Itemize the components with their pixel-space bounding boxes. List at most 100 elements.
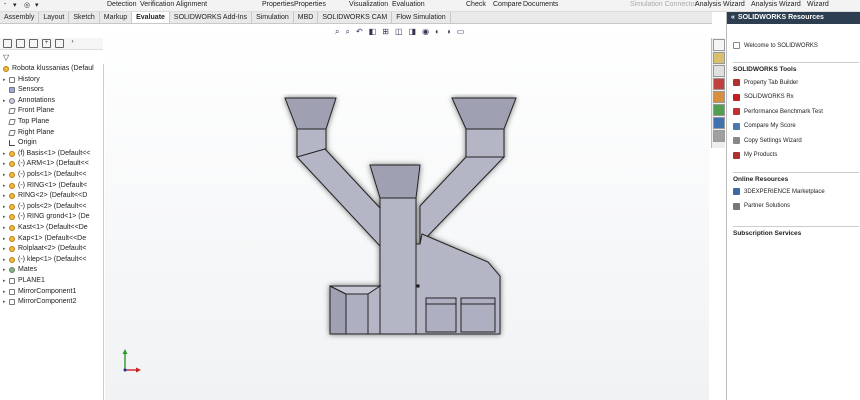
design-library-tab-icon[interactable] bbox=[713, 65, 725, 77]
tree-item[interactable]: ▸ Mates bbox=[3, 265, 37, 275]
property-manager-icon[interactable] bbox=[16, 39, 25, 48]
tree-item[interactable]: ▸ Annotations bbox=[3, 96, 55, 106]
previous-view-icon[interactable]: ↶ bbox=[356, 27, 363, 37]
tree-item[interactable]: Origin bbox=[3, 138, 37, 148]
tree-item-label: (f) Basis<1> (Default<< bbox=[18, 149, 91, 157]
appearances-tab-icon[interactable] bbox=[713, 78, 725, 90]
feature-tree-icon[interactable] bbox=[3, 39, 12, 48]
welcome-link[interactable]: Welcome to SOLIDWORKS bbox=[733, 42, 818, 49]
online-resource-link[interactable]: 3DEXPERIENCE Marketplace bbox=[733, 188, 825, 195]
tree-item[interactable]: ▸ (-) pols<2> (Default<< bbox=[3, 202, 86, 212]
view-orientation-icon[interactable]: ◫ bbox=[395, 27, 403, 37]
tree-root-label: Robota klussanias (Defaul bbox=[12, 65, 94, 72]
dimxpert-icon[interactable]: + bbox=[42, 39, 51, 48]
ribbon-properties-2[interactable]: Properties bbox=[294, 1, 326, 8]
display-manager-icon[interactable] bbox=[55, 39, 64, 48]
tab-simulation[interactable]: Simulation bbox=[252, 12, 294, 23]
tab-solidworks-cam[interactable]: SOLIDWORKS CAM bbox=[318, 12, 393, 23]
tab-solidworks-add-ins[interactable]: SOLIDWORKS Add-Ins bbox=[170, 12, 253, 23]
dynamic-annotation-icon[interactable]: ⊞ bbox=[382, 27, 389, 37]
edit-appearance-icon[interactable]: ◐ bbox=[435, 27, 440, 37]
tree-item[interactable]: ▸ RING<2> (Default<<D bbox=[3, 191, 87, 201]
tab-markup[interactable]: Markup bbox=[100, 12, 133, 23]
more-tabs-icon[interactable]: › bbox=[68, 39, 77, 48]
ribbon-evaluation[interactable]: Evaluation bbox=[392, 1, 425, 8]
quick-new-icon[interactable]: - bbox=[4, 1, 6, 8]
divider bbox=[733, 226, 859, 227]
ribbon-detection[interactable]: Detection bbox=[107, 1, 137, 8]
tool-link[interactable]: Compare My Score bbox=[733, 122, 796, 130]
ribbon-documents[interactable]: Documents bbox=[523, 1, 558, 8]
tool-link[interactable]: My Products bbox=[733, 151, 778, 159]
tool-link[interactable]: Performance Benchmark Test bbox=[733, 108, 823, 115]
tool-link[interactable]: Copy Settings Wizard bbox=[733, 137, 802, 144]
tree-item[interactable]: Front Plane bbox=[3, 106, 54, 116]
home-tab-icon[interactable] bbox=[713, 39, 725, 51]
tree-item[interactable]: ▸ (-) klep<1> (Default<< bbox=[3, 255, 86, 265]
tool-label: My Products bbox=[744, 152, 778, 158]
ribbon-alignment[interactable]: Alignment bbox=[176, 1, 207, 8]
tree-item[interactable]: ▸ (f) Basis<1> (Default<< bbox=[3, 149, 90, 159]
tree-item-label: Annotations bbox=[18, 96, 55, 104]
ribbon-properties-1[interactable]: Properties bbox=[262, 1, 294, 8]
online-resource-icon bbox=[733, 188, 740, 195]
configuration-manager-icon[interactable] bbox=[29, 39, 38, 48]
task-pane: « SOLIDWORKS Resources Welcome to SOLIDW… bbox=[726, 12, 860, 400]
zoom-to-area-icon[interactable]: ⌕ bbox=[345, 27, 349, 37]
tab-mbd[interactable]: MBD bbox=[294, 12, 319, 23]
tree-item[interactable]: ▸ MirrorComponent2 bbox=[3, 297, 76, 307]
tree-item[interactable]: ▸ MirrorComponent1 bbox=[3, 287, 76, 297]
quick-options-dropdown-icon[interactable]: ▾ bbox=[35, 1, 39, 9]
tree-item-label: Mates bbox=[18, 266, 38, 274]
ribbon-simulation-connector[interactable]: Simulation Connector bbox=[630, 1, 697, 8]
tree-item[interactable]: ▸ (-) RING grond<1> (De bbox=[3, 212, 90, 222]
ribbon-analysis-wizard-2[interactable]: Analysis Wizard bbox=[751, 1, 801, 8]
tool-link[interactable]: SOLIDWORKS Rx bbox=[733, 93, 794, 101]
ribbon-wizard[interactable]: Wizard bbox=[807, 1, 829, 8]
apply-scene-icon[interactable]: ◑ bbox=[446, 27, 451, 37]
view-palette-tab-icon[interactable] bbox=[713, 104, 725, 116]
tree-item[interactable]: ▸ PLANE1 bbox=[3, 276, 45, 286]
tree-item[interactable]: Top Plane bbox=[3, 117, 49, 127]
hide-show-items-icon[interactable]: ◉ bbox=[422, 27, 429, 37]
ribbon-verification[interactable]: Verification bbox=[140, 1, 174, 8]
tree-item[interactable]: ▸ (-) pols<1> (Default<< bbox=[3, 170, 86, 180]
tree-item[interactable]: ▸ Kast<1> (Default<<De bbox=[3, 223, 88, 233]
tree-item-label: PLANE1 bbox=[18, 277, 45, 284]
tree-item[interactable]: ▸ History bbox=[3, 75, 40, 85]
tree-root[interactable]: Robota klussanias (Defaul bbox=[3, 64, 94, 74]
section-view-icon[interactable]: ◧ bbox=[369, 27, 377, 37]
quick-dropdown-icon[interactable]: ▾ bbox=[13, 1, 17, 9]
custom-properties-tab-icon[interactable] bbox=[713, 117, 725, 129]
quick-options-icon[interactable]: ◎ bbox=[24, 1, 30, 9]
ribbon-visualization[interactable]: Visualization bbox=[349, 1, 388, 8]
assembly-model[interactable] bbox=[280, 94, 520, 344]
tool-label: Compare My Score bbox=[744, 123, 796, 129]
solidworks-forum-tab-icon[interactable] bbox=[713, 130, 725, 142]
ribbon-check[interactable]: Check bbox=[466, 1, 486, 8]
ribbon-analysis-wizard-1[interactable]: Analysis Wizard bbox=[695, 1, 745, 8]
tree-item[interactable]: Right Plane bbox=[3, 128, 54, 138]
collapse-arrows-icon[interactable]: « bbox=[731, 12, 735, 24]
tab-layout[interactable]: Layout bbox=[39, 12, 70, 23]
tab-sketch[interactable]: Sketch bbox=[69, 12, 100, 23]
graphics-area[interactable]: ⌕ ⌕ ↶ ◧ ⊞ ◫ ◨ ◉ ◐ ◑ ▭ bbox=[105, 24, 709, 400]
tool-link[interactable]: Property Tab Builder bbox=[733, 79, 798, 86]
tree-item[interactable]: ▸ (-) RING<1> (Default< bbox=[3, 181, 87, 191]
online-resource-link[interactable]: Partner Solutions bbox=[733, 202, 790, 210]
tree-item[interactable]: ▸ (-) ARM<1> (Default<< bbox=[3, 159, 89, 169]
tab-evaluate[interactable]: Evaluate bbox=[132, 12, 170, 23]
tree-item[interactable]: ▸ Rolplaat<2> (Default< bbox=[3, 244, 86, 254]
tree-item[interactable]: ▸ Kap<1> (Default<<De bbox=[3, 234, 86, 244]
tab-flow-simulation[interactable]: Flow Simulation bbox=[392, 12, 451, 23]
file-explorer-tab-icon[interactable] bbox=[713, 91, 725, 103]
display-style-icon[interactable]: ◨ bbox=[409, 27, 417, 37]
task-pane-header: « SOLIDWORKS Resources bbox=[727, 12, 860, 24]
resources-tab-icon[interactable] bbox=[713, 52, 725, 64]
zoom-to-fit-icon[interactable]: ⌕ bbox=[335, 27, 339, 37]
ribbon-compare[interactable]: Compare bbox=[493, 1, 522, 8]
tree-item[interactable]: Sensors bbox=[3, 85, 44, 95]
tab-assembly[interactable]: Assembly bbox=[0, 12, 40, 23]
view-settings-icon[interactable]: ▭ bbox=[457, 27, 465, 37]
filter-icon[interactable]: ▽ bbox=[3, 53, 9, 62]
